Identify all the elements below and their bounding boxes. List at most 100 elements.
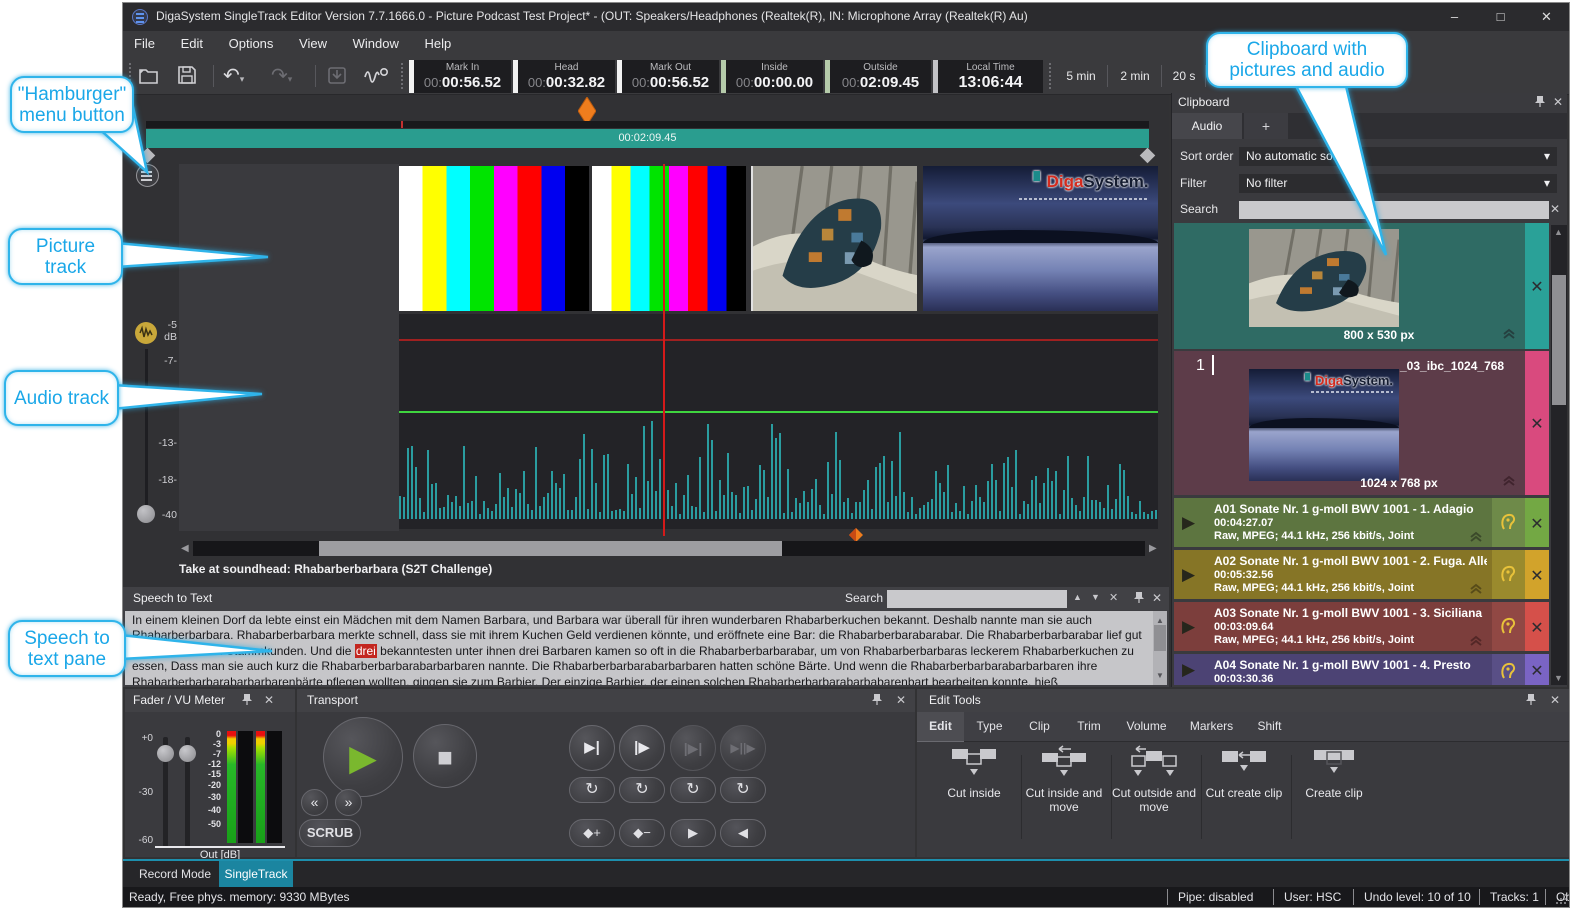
undo-button[interactable]: ↶▾ — [223, 63, 253, 89]
skip-forward-button[interactable]: » — [335, 789, 362, 816]
menu-help[interactable]: Help — [414, 31, 463, 57]
menu-view[interactable]: View — [288, 31, 338, 57]
remove-item-button[interactable]: ✕ — [1525, 514, 1549, 534]
speech-search-input[interactable] — [887, 590, 1067, 608]
pin-icon[interactable] — [869, 693, 885, 709]
clipboard-item-picture[interactable]: 800 x 530 px ✕ — [1174, 223, 1549, 349]
audio-waveform[interactable] — [399, 415, 1159, 519]
speech-scrollbar[interactable]: ▲ ▼ — [1153, 611, 1167, 685]
speech-scrollbar-thumb[interactable] — [1154, 625, 1166, 651]
clipboard-item-audio[interactable]: ▶ A01 Sonate Nr. 1 g-moll BWV 1001 - 1. … — [1174, 498, 1549, 547]
menu-edit[interactable]: Edit — [170, 31, 214, 57]
menu-file[interactable]: File — [123, 31, 166, 57]
search-clear-icon[interactable]: ✕ — [1109, 591, 1118, 604]
play-item-button[interactable]: ▶ — [1174, 498, 1208, 547]
play-over-mark-button[interactable]: |▶| — [670, 725, 716, 771]
clipboard-item-audio[interactable]: ▶ A02 Sonate Nr. 1 g-moll BWV 1001 - 2. … — [1174, 550, 1549, 599]
remove-item-button[interactable]: ✕ — [1525, 661, 1549, 681]
close-button[interactable]: ✕ — [1524, 3, 1569, 31]
remove-item-button[interactable]: ✕ — [1525, 277, 1549, 297]
minimize-button[interactable]: – — [1432, 3, 1477, 31]
clipboard-scrollbar[interactable]: ▲ ▼ — [1551, 225, 1567, 685]
menu-window[interactable]: Window — [342, 31, 410, 57]
tab-edit[interactable]: Edit — [917, 712, 964, 742]
timecode-mark-out[interactable]: Mark Out 00:00:56.52 — [617, 60, 719, 93]
filter-dropdown[interactable]: No filter▾ — [1239, 174, 1557, 193]
clipboard-item-picture[interactable]: 1 _03_ibc_1024_768 ▘DigaSystem. 1024 x 7… — [1174, 351, 1549, 495]
collapse-item-icon[interactable] — [1469, 635, 1483, 647]
edit-marker-diamond[interactable] — [849, 528, 863, 542]
playhead[interactable] — [663, 164, 665, 536]
pin-icon[interactable] — [1523, 693, 1539, 709]
collapse-item-icon[interactable] — [1502, 475, 1516, 487]
picture-clip-colorbars-1[interactable] — [399, 166, 589, 311]
clipboard-search-input[interactable] — [1239, 201, 1549, 219]
import-to-clipboard-button[interactable] — [325, 63, 355, 89]
hamburger-menu-button[interactable] — [136, 164, 159, 187]
play-item-button[interactable]: ▶ — [1174, 602, 1208, 651]
remove-marker-button[interactable]: ◆− — [619, 819, 665, 847]
close-panel-icon[interactable]: ✕ — [1547, 693, 1563, 707]
tab-trim[interactable]: Trim — [1064, 712, 1114, 741]
zoom-2min-button[interactable]: 2 min — [1111, 63, 1159, 89]
prelisten-button[interactable] — [1492, 550, 1525, 599]
clipboard-tab-audio[interactable]: Audio — [1172, 113, 1242, 139]
timecode-outside[interactable]: Outside 00:02:09.45 — [825, 60, 931, 93]
remove-item-button[interactable]: ✕ — [1525, 414, 1549, 434]
collapse-item-icon[interactable] — [1469, 531, 1483, 543]
clipboard-item-audio[interactable]: ▶ A04 Sonate Nr. 1 g-moll BWV 1001 - 4. … — [1174, 654, 1549, 685]
timecode-head[interactable]: Head 00:00:32.82 — [513, 60, 615, 93]
clipboard-scrollbar-thumb[interactable] — [1552, 275, 1566, 405]
collapse-item-icon[interactable] — [1469, 583, 1483, 595]
clipboard-add-tab-button[interactable]: + — [1244, 113, 1288, 139]
remove-item-button[interactable]: ✕ — [1525, 566, 1549, 586]
audio-settings-button[interactable] — [363, 63, 393, 89]
tab-record-mode[interactable]: Record Mode — [131, 861, 219, 887]
menu-options[interactable]: Options — [218, 31, 285, 57]
clipboard-item-audio[interactable]: ▶ A03 Sonate Nr. 1 g-moll BWV 1001 - 3. … — [1174, 602, 1549, 651]
redo-button[interactable]: ↷▾ — [271, 63, 301, 89]
close-panel-icon[interactable]: ✕ — [1550, 95, 1566, 109]
picture-clip-digasystem[interactable]: ▘DigaSystem. — [923, 166, 1158, 311]
toolbar-drag-handle[interactable] — [1049, 63, 1051, 89]
tool-cut-outside-and-move[interactable]: Cut outside and move — [1111, 745, 1197, 814]
remove-item-button[interactable]: ✕ — [1525, 618, 1549, 638]
loop-button[interactable]: ↻ — [670, 777, 716, 803]
prelisten-button[interactable] — [1492, 498, 1525, 547]
loop-button[interactable]: ↻ — [619, 777, 665, 803]
close-panel-icon[interactable]: ✕ — [1149, 591, 1165, 605]
tab-markers[interactable]: Markers — [1179, 712, 1244, 741]
scroll-down-arrow[interactable]: ▼ — [1156, 668, 1164, 683]
search-prev-icon[interactable]: ▲ — [1073, 592, 1082, 602]
tool-cut-inside-and-move[interactable]: Cut inside and move — [1021, 745, 1107, 814]
speech-text-area[interactable]: In einem kleinen Dorf da lebte einst ein… — [125, 611, 1167, 685]
loop-button[interactable]: ↻ — [569, 777, 615, 803]
play-button[interactable]: ▶ — [323, 717, 403, 797]
scrub-button[interactable]: SCRUB — [299, 819, 361, 847]
close-panel-icon[interactable]: ✕ — [261, 693, 277, 707]
search-next-icon[interactable]: ▼ — [1091, 592, 1100, 602]
track-fader-knob[interactable] — [137, 505, 155, 523]
picture-clip-lizard[interactable] — [751, 166, 917, 311]
save-button[interactable] — [175, 63, 205, 89]
pin-icon[interactable] — [1131, 591, 1147, 607]
pin-icon[interactable] — [1532, 95, 1548, 111]
play-to-mark-button[interactable]: ▶| — [569, 725, 615, 771]
horizontal-scrollbar[interactable] — [193, 541, 1145, 556]
scroll-down-arrow[interactable]: ▼ — [1554, 673, 1563, 683]
skip-back-button[interactable]: « — [301, 789, 328, 816]
play-item-button[interactable]: ▶ — [1174, 550, 1208, 599]
prelisten-button[interactable] — [1492, 602, 1525, 651]
tool-cut-create-clip[interactable]: Cut create clip — [1201, 745, 1287, 800]
scroll-right-arrow[interactable]: ▶ — [1149, 543, 1157, 554]
step-right-button[interactable]: ▶ — [670, 819, 716, 847]
volume-envelope-line[interactable] — [399, 411, 1158, 413]
resize-grip[interactable] — [1555, 893, 1567, 905]
tool-cut-inside[interactable]: Cut inside — [931, 745, 1017, 800]
prelisten-button[interactable] — [1492, 654, 1525, 685]
timecode-mark-in[interactable]: Mark In 00:00:56.52 — [409, 60, 511, 93]
close-panel-icon[interactable]: ✕ — [893, 693, 909, 707]
tab-shift[interactable]: Shift — [1244, 712, 1295, 741]
horizontal-scrollbar-thumb[interactable] — [319, 541, 782, 556]
picture-clip-colorbars-2[interactable] — [592, 166, 746, 311]
